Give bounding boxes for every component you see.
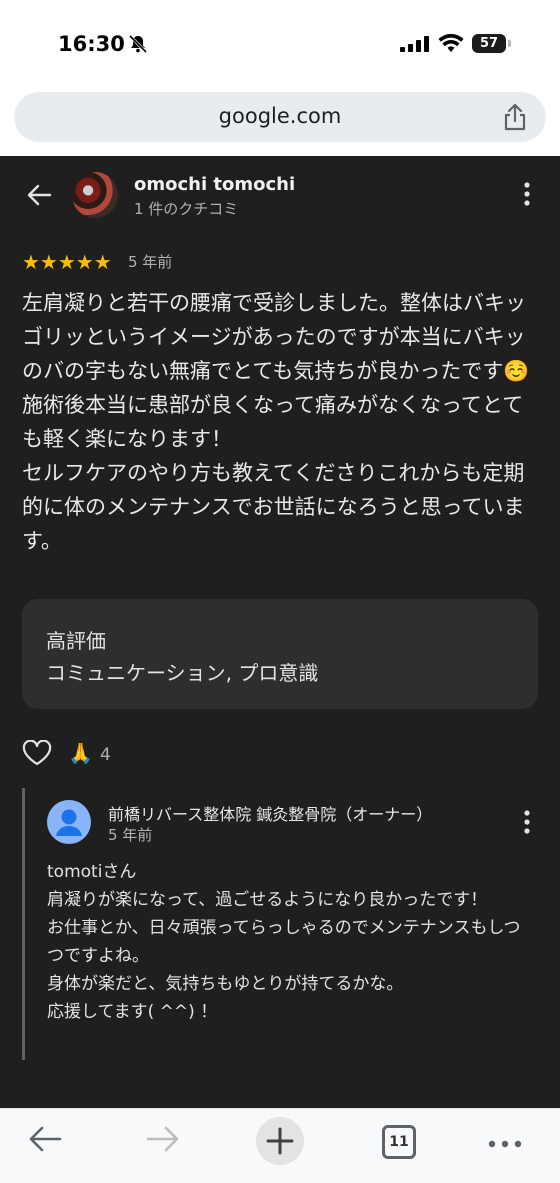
owner-reply-date: 5 年前 <box>108 826 153 844</box>
owner-name: 前橋リバース整体院 鍼灸整骨院（オーナー） <box>108 805 433 824</box>
share-icon[interactable] <box>502 103 528 135</box>
more-options-icon[interactable] <box>524 182 530 210</box>
highlights-card: 高評価 コミュニケーション, プロ意識 <box>22 599 538 709</box>
owner-more-options-icon[interactable] <box>524 810 530 838</box>
reaction-count: 4 <box>100 745 111 765</box>
back-arrow-icon[interactable] <box>26 183 52 211</box>
status-bar: 16:30 57 <box>0 0 560 90</box>
browser-back-icon[interactable] <box>28 1125 62 1157</box>
cellular-signal-icon <box>400 36 430 56</box>
review-text: 左肩凝りと若干の腰痛で受診しました。整体はバキッゴリッというイメージがあったので… <box>22 291 530 553</box>
tab-switcher-button[interactable]: 11 <box>382 1125 416 1159</box>
highlights-title: 高評価 <box>46 629 106 653</box>
review-date: 5 年前 <box>128 253 173 271</box>
owner-avatar <box>47 800 91 844</box>
star-rating: ★★★★★ <box>22 250 112 274</box>
address-bar[interactable]: google.com <box>14 92 546 142</box>
highlights-value: コミュニケーション, プロ意識 <box>46 661 319 685</box>
new-tab-button[interactable] <box>256 1117 304 1165</box>
reaction-emoji[interactable]: 🙏 <box>68 741 93 765</box>
battery-indicator: 57 <box>472 34 506 53</box>
battery-tip <box>508 40 511 47</box>
review-page: omochi tomochi 1 件のクチコミ ★★★★★ 5 年前 左肩凝りと… <box>0 156 560 1108</box>
like-heart-icon[interactable] <box>22 739 52 770</box>
owner-reply-text: tomotiさん 肩凝りが楽になって、過ごせるようになり良かったです！ お仕事と… <box>47 862 521 1022</box>
wifi-icon <box>438 33 464 58</box>
owner-reply-divider <box>22 788 25 1060</box>
browser-forward-icon[interactable] <box>146 1125 180 1157</box>
reviewer-review-count: 1 件のクチコミ <box>134 200 239 218</box>
reviewer-name[interactable]: omochi tomochi <box>134 174 295 195</box>
reviewer-avatar[interactable] <box>72 172 118 218</box>
bell-muted-icon <box>128 34 148 58</box>
status-time: 16:30 <box>58 32 125 56</box>
url-text[interactable]: google.com <box>14 104 546 128</box>
browser-toolbar: 11 <box>0 1108 560 1183</box>
more-menu-icon[interactable] <box>488 1133 522 1152</box>
